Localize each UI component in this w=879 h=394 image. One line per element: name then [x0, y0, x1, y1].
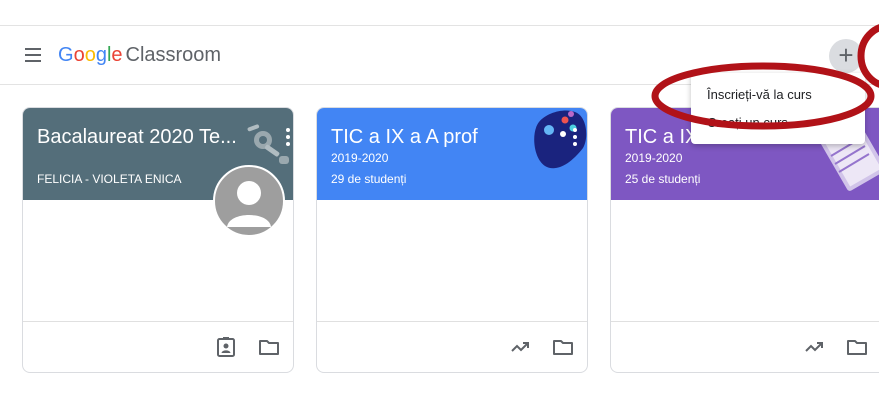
teacher-avatar [213, 165, 285, 237]
course-title[interactable]: TIC a IX a A prof [331, 126, 478, 149]
school-year: 2019-2020 [625, 151, 683, 165]
join-class-menu-item[interactable]: Înscrieți-vă la curs [707, 87, 812, 102]
course-title[interactable]: TIC a IX [625, 126, 698, 149]
course-card-bacalaureat[interactable]: Bacalaureat 2020 Te... FELICIA - VIOLETA… [22, 107, 294, 373]
hamburger-menu-icon[interactable] [21, 45, 45, 65]
more-options-icon[interactable] [572, 127, 578, 147]
add-course-menu: Înscrieți-vă la curs Creați un curs [691, 73, 865, 144]
app-logo[interactable]: Google Classroom [58, 43, 221, 67]
course-card-tic-a[interactable]: TIC a IX a A prof 2019-2020 29 de studen… [316, 107, 588, 373]
trending-up-icon[interactable] [509, 336, 531, 358]
create-class-menu-item[interactable]: Creați un curs [707, 115, 788, 130]
student-count: 29 de studenți [331, 172, 407, 186]
trending-up-icon[interactable] [803, 336, 825, 358]
classroom-wordmark: Classroom [125, 44, 222, 66]
teacher-name[interactable]: FELICIA - VIOLETA ENICA [37, 172, 182, 186]
google-wordmark: Google [58, 44, 123, 66]
assignment-ind-icon[interactable] [215, 336, 237, 358]
card-footer [317, 321, 587, 372]
course-title[interactable]: Bacalaureat 2020 Te... [37, 126, 237, 149]
card-footer [611, 321, 879, 372]
course-card-tic-b[interactable]: TIC a IX 2019-2020 25 de studenți [610, 107, 879, 373]
folder-icon[interactable] [846, 336, 868, 358]
card-header: TIC a IX a A prof 2019-2020 29 de studen… [317, 108, 587, 200]
school-year: 2019-2020 [331, 151, 389, 165]
card-footer [23, 321, 293, 372]
add-course-button[interactable]: + [829, 39, 863, 73]
student-count: 25 de studenți [625, 172, 701, 186]
more-options-icon[interactable] [285, 127, 291, 147]
folder-icon[interactable] [258, 336, 280, 358]
folder-icon[interactable] [552, 336, 574, 358]
